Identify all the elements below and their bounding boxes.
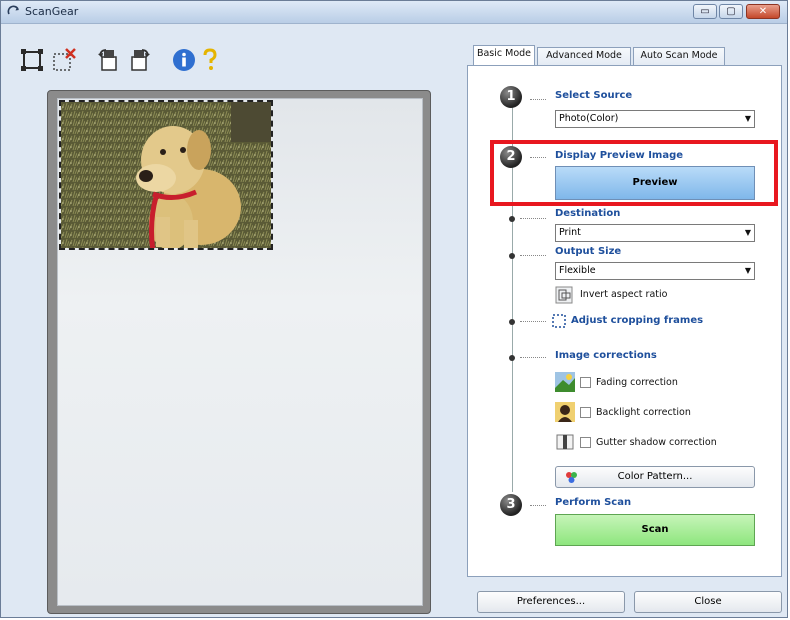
chevron-down-icon: ▼ [744,266,751,275]
destination-heading: Destination [555,208,621,219]
delete-crop-icon[interactable] [51,47,77,73]
rotate-right-icon[interactable] [125,47,151,73]
gutter-shadow-correction-label: Gutter shadow correction [596,437,717,448]
color-pattern-button[interactable]: Color Pattern... [555,466,755,488]
step-3-dots [530,505,546,507]
fading-correction-icon [555,372,575,392]
crop-icon[interactable] [19,47,45,73]
crop-dot [509,319,515,325]
tab-advanced-mode[interactable]: Advanced Mode [537,47,631,65]
step-2-highlight-box [490,140,778,206]
select-source-heading: Select Source [555,90,633,101]
help-icon[interactable] [197,47,223,73]
backlight-correction-label: Backlight correction [596,407,691,418]
output-size-heading: Output Size [555,246,622,257]
perform-scan-heading: Perform Scan [555,497,632,508]
scangear-app-icon [7,5,19,15]
gutter-shadow-correction-checkbox[interactable] [580,437,591,448]
select-source-value: Photo(Color) [559,113,619,124]
output-size-dot [509,253,515,259]
color-pattern-icon [566,472,577,483]
select-source-dropdown[interactable]: Photo(Color) ▼ [555,110,755,128]
image-corrections-heading: Image corrections [555,350,657,361]
minimize-icon: ▭ [700,6,710,17]
preview-canvas[interactable] [57,98,423,606]
dog-photo [61,102,271,248]
output-size-dots [520,255,546,257]
color-pattern-label: Color Pattern... [617,471,693,482]
gutter-shadow-correction-icon [556,434,574,450]
close-icon: ✕ [758,6,768,17]
preferences-label: Preferences... [516,596,586,607]
scangear-window: ScanGear ▭ ▢ ✕ Basic Mode Advanced Mode … [0,0,788,618]
cropped-photo-preview[interactable] [59,100,273,250]
crop-frame-icon[interactable] [551,313,567,329]
corrections-dots [520,357,546,359]
preferences-button[interactable]: Preferences... [477,591,625,613]
destination-dots [520,218,546,220]
destination-dropdown[interactable]: Print ▼ [555,224,755,242]
close-button[interactable]: Close [634,591,782,613]
info-icon[interactable] [171,47,197,73]
step-3-badge: 3 [500,494,522,516]
close-window-button[interactable]: ✕ [746,4,780,19]
backlight-correction-checkbox[interactable] [580,407,591,418]
title-bar: ScanGear ▭ ▢ ✕ [1,1,787,24]
minimize-button[interactable]: ▭ [693,4,717,19]
maximize-icon: ▢ [726,6,736,17]
step-1-dots [530,99,546,101]
chevron-down-icon: ▼ [744,114,751,123]
invert-aspect-ratio-label: Invert aspect ratio [580,289,668,300]
corrections-dot [509,355,515,361]
scan-button[interactable]: Scan [555,514,755,546]
fading-correction-checkbox[interactable] [580,377,591,388]
maximize-button[interactable]: ▢ [719,4,743,19]
tab-auto-scan-mode[interactable]: Auto Scan Mode [633,47,725,65]
close-label: Close [694,596,722,607]
window-title: ScanGear [25,5,79,18]
backlight-correction-icon [555,402,575,422]
destination-dot [509,216,515,222]
destination-value: Print [559,227,581,238]
step-1-badge: 1 [500,86,522,108]
output-size-dropdown[interactable]: Flexible ▼ [555,262,755,280]
rotate-left-icon[interactable] [97,47,123,73]
invert-aspect-ratio-icon[interactable] [555,286,573,304]
preview-area[interactable] [47,90,431,614]
fading-correction-label: Fading correction [596,377,678,388]
chevron-down-icon: ▼ [744,228,751,237]
scan-button-label: Scan [641,524,669,535]
output-size-value: Flexible [559,265,596,276]
crop-dots [520,321,546,323]
tab-basic-mode[interactable]: Basic Mode [473,45,535,65]
adjust-cropping-frames-link[interactable]: Adjust cropping frames [571,315,703,326]
preview-toolbar [19,47,319,77]
